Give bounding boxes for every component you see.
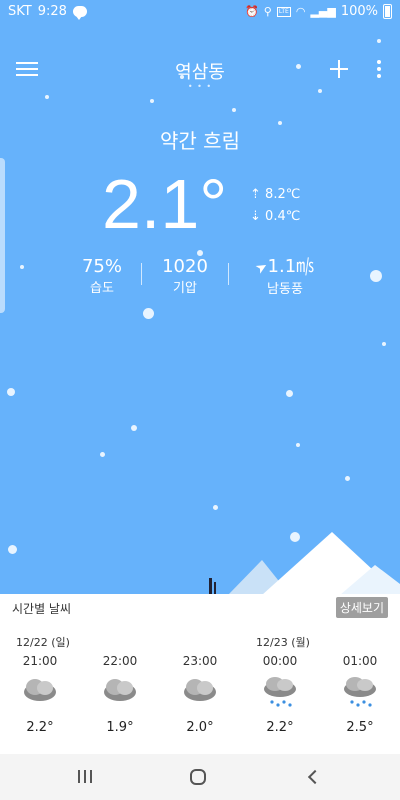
humidity-value: 75%	[81, 256, 122, 277]
hourly-title: 시간별 날씨	[12, 602, 72, 616]
pressure-stat: 1020 기압	[155, 255, 215, 299]
location-icon: ⚲	[263, 4, 272, 18]
back-button[interactable]	[304, 766, 328, 788]
snowflake	[131, 425, 137, 431]
system-navigation-bar	[0, 754, 400, 800]
app-header: 역삼동 • • •	[0, 52, 400, 92]
hourly-item[interactable]: 22:00 1.9°	[90, 652, 150, 735]
snow-cloud-icon	[264, 677, 296, 707]
hourly-item[interactable]: 01:00 2.5°	[330, 652, 390, 735]
hour-temperature: 2.2°	[266, 720, 294, 735]
temperature-range: ⇡ 8.2℃ ⇣ 0.4℃	[250, 184, 300, 228]
volte-icon: LTE	[276, 6, 291, 17]
snowflake	[100, 452, 105, 457]
hourly-item[interactable]: 21:00 2.2°	[10, 652, 70, 735]
date-label: 12/23 (월)	[256, 636, 310, 649]
wind-label: 남동풍	[267, 282, 303, 297]
detail-button[interactable]: 상세보기	[335, 597, 388, 618]
low-temperature: ⇣ 0.4℃	[250, 209, 301, 224]
recent-apps-icon[interactable]	[76, 766, 100, 788]
snowflake	[318, 89, 322, 93]
battery-icon	[383, 4, 392, 19]
page-indicator: • • •	[187, 82, 213, 91]
snowflake	[143, 308, 154, 319]
hour-time: 21:00	[22, 654, 58, 668]
hour-time: 22:00	[102, 654, 138, 668]
cloud-icon	[104, 679, 136, 701]
divider	[228, 263, 229, 285]
snow-cloud-icon	[344, 677, 376, 707]
cloud-icon	[24, 679, 56, 701]
snowflake	[345, 476, 350, 481]
snowflake	[296, 443, 300, 447]
snowflake	[7, 388, 15, 396]
weather-condition: 약간 흐림	[160, 129, 240, 153]
snowflake	[150, 99, 154, 103]
snowflake	[180, 75, 184, 79]
alarm-icon: ⏰	[245, 4, 259, 18]
snowflake	[45, 95, 49, 99]
hour-temperature: 1.9°	[106, 720, 134, 735]
status-bar: SKT 9:28 ⏰ ⚲ LTE ◠ ▂▄▆ 100%	[0, 0, 400, 24]
pressure-value: 1020	[162, 256, 208, 277]
hour-temperature: 2.2°	[26, 720, 54, 735]
hour-time: 23:00	[182, 654, 218, 668]
clock: 9:28	[37, 4, 67, 19]
hour-temperature: 2.5°	[346, 720, 374, 735]
humidity-label: 습도	[90, 281, 114, 296]
date-label: 12/22 (일)	[16, 636, 70, 649]
low-arrow-icon: ⇣	[250, 209, 261, 224]
home-icon	[190, 769, 206, 785]
hourly-forecast-panel: 시간별 날씨 상세보기 12/22 (일) 12/23 (월) 21:00 2.…	[0, 594, 400, 754]
snowflake	[296, 64, 301, 69]
snowflake	[213, 505, 218, 510]
hourly-item[interactable]: 23:00 2.0°	[170, 652, 230, 735]
home-button[interactable]	[190, 766, 214, 788]
wifi-icon: ◠	[295, 4, 306, 18]
chat-notification-icon	[72, 6, 87, 20]
divider	[141, 263, 142, 285]
carrier-label: SKT	[8, 4, 32, 19]
pressure-label: 기압	[173, 281, 197, 296]
high-arrow-icon: ⇡	[250, 187, 261, 202]
snowy-hills-illustration	[209, 532, 400, 595]
humidity-stat: 75% 습도	[72, 255, 132, 299]
hour-temperature: 2.0°	[186, 720, 214, 735]
signal-icon: ▂▄▆	[310, 4, 336, 18]
high-temperature: ⇡ 8.2℃	[250, 187, 301, 202]
snowflake	[286, 390, 293, 397]
snowflake	[382, 342, 386, 346]
snowflake	[232, 108, 236, 112]
hour-time: 01:00	[342, 654, 378, 668]
cloud-icon	[184, 679, 216, 701]
back-icon	[307, 769, 323, 785]
more-options-icon[interactable]	[376, 60, 382, 80]
snowflake	[377, 39, 381, 43]
weather-stats: 75% 습도 1020 기압 ➤1.1㎧ 남동풍	[0, 255, 400, 305]
current-temperature: 2.1°	[102, 165, 228, 243]
hour-time: 00:00	[262, 654, 298, 668]
wind-stat: ➤1.1㎧ 남동풍	[245, 255, 325, 300]
hourly-item[interactable]: 00:00 2.2°	[250, 652, 310, 735]
wind-value: ➤1.1㎧	[245, 255, 325, 280]
battery-percent: 100%	[340, 4, 378, 19]
add-location-icon[interactable]	[330, 60, 348, 78]
